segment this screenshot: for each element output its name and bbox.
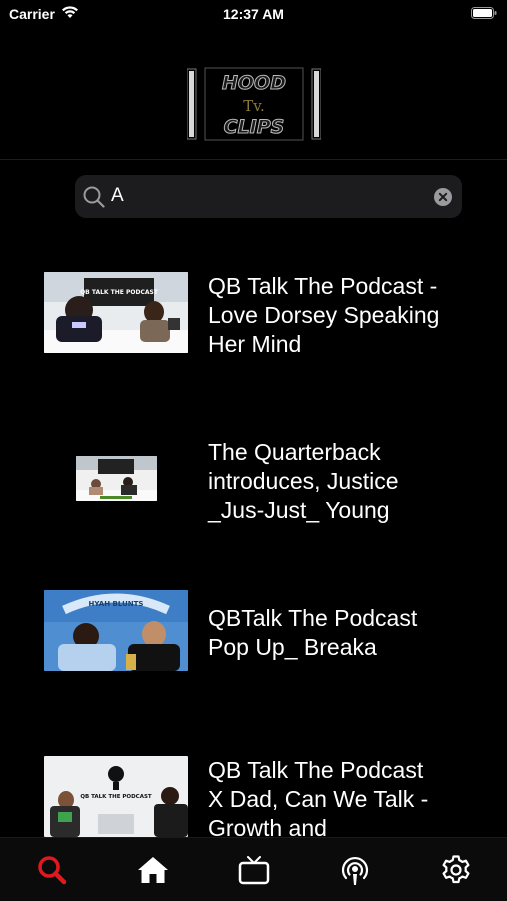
search-icon xyxy=(83,186,105,208)
result-row-1[interactable]: QB TALK THE PODCAST QB Talk The Podcast … xyxy=(0,250,507,410)
video-thumbnail[interactable]: HYAH BLUNTS xyxy=(44,590,188,671)
tab-podcast[interactable] xyxy=(335,852,375,888)
search-input[interactable] xyxy=(111,184,431,208)
result-row-3[interactable]: HYAH BLUNTS QBTalk The Podcast Pop Up_ B… xyxy=(0,582,507,742)
svg-text:HYAH BLUNTS: HYAH BLUNTS xyxy=(89,600,144,608)
logo-text-clips: CLIPS xyxy=(224,116,285,138)
gear-icon xyxy=(442,855,470,884)
tab-bar xyxy=(0,837,507,901)
tab-search[interactable] xyxy=(32,852,72,888)
logo-text-tv: Tv. xyxy=(243,97,264,115)
result-title[interactable]: QBTalk The Podcast Pop Up_ Breaka xyxy=(208,604,488,662)
video-thumbnail[interactable]: QB TALK THE PODCAST xyxy=(44,272,188,353)
home-icon xyxy=(138,857,168,883)
video-thumbnail[interactable]: QB TALK THE PODCAST xyxy=(44,756,188,837)
podcast-icon xyxy=(341,856,369,885)
result-title[interactable]: QB Talk The Podcast X Dad, Can We Talk -… xyxy=(208,756,488,837)
result-title[interactable]: QB Talk The Podcast - Love Dorsey Speaki… xyxy=(208,272,488,359)
results-list[interactable]: QB TALK THE PODCAST QB Talk The Podcast … xyxy=(0,250,507,837)
status-time: 12:37 AM xyxy=(223,6,284,22)
result-row-4[interactable]: QB TALK THE PODCAST QB Talk The Podcast … xyxy=(0,748,507,837)
tv-icon xyxy=(238,856,270,885)
status-bar: Carrier 12:37 AM xyxy=(0,0,507,28)
result-title[interactable]: The Quarterback introduces, Justice _Jus… xyxy=(208,438,488,525)
app-header: HOOD Tv. CLIPS xyxy=(0,28,507,160)
svg-text:QB TALK THE PODCAST: QB TALK THE PODCAST xyxy=(80,794,152,800)
logo-text-hood: HOOD xyxy=(222,72,286,94)
battery-icon xyxy=(471,7,497,19)
search-icon xyxy=(38,856,67,885)
video-thumbnail[interactable] xyxy=(76,456,157,501)
clear-search-icon[interactable] xyxy=(434,188,452,206)
hood-tv-clips-logo: HOOD Tv. CLIPS xyxy=(187,67,321,141)
tab-home[interactable] xyxy=(133,852,173,888)
svg-text:QB TALK THE PODCAST: QB TALK THE PODCAST xyxy=(80,289,159,296)
tab-settings[interactable] xyxy=(436,852,476,888)
result-row-2[interactable]: The Quarterback introduces, Justice _Jus… xyxy=(0,416,507,576)
tab-tv[interactable] xyxy=(234,852,274,888)
search-bar[interactable] xyxy=(75,175,462,218)
